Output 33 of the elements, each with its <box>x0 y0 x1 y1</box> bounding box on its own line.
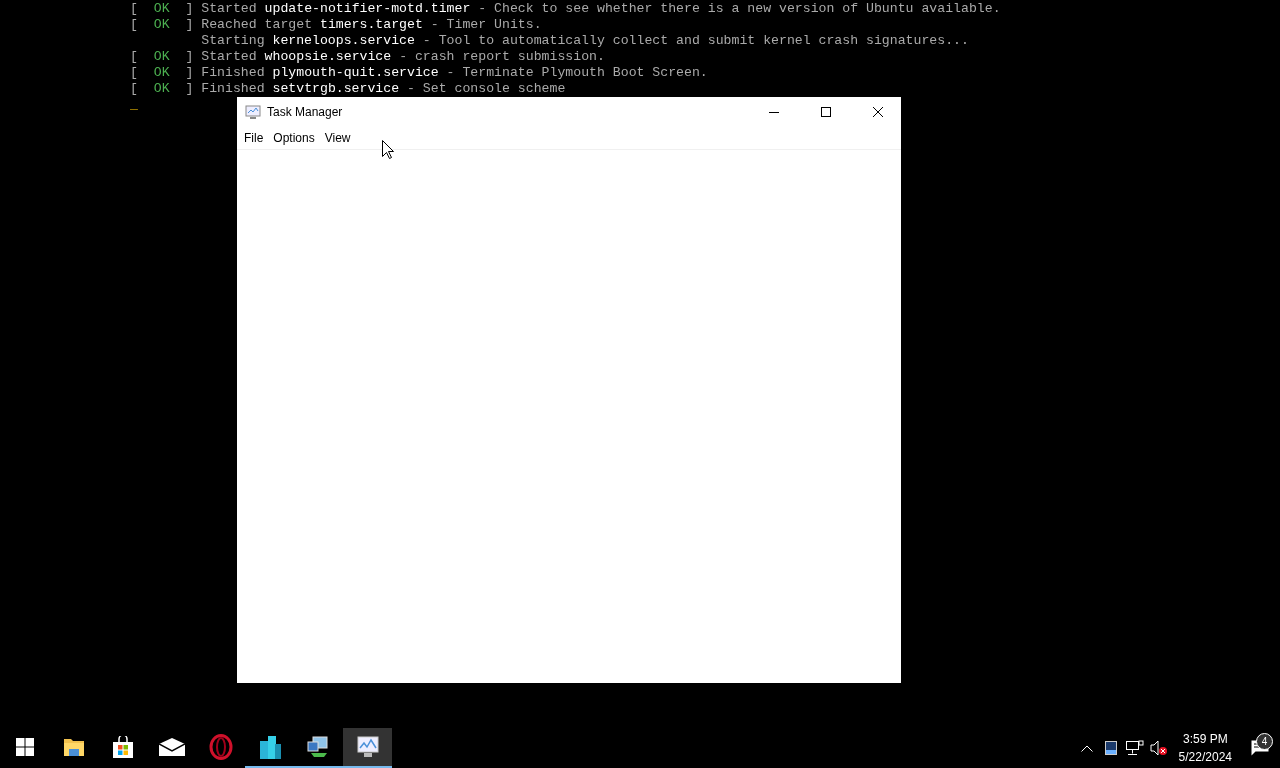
log-line: Started whoopsie.service - crash report submission. <box>201 49 605 65</box>
clock-date[interactable]: 5/22/2024 <box>1178 748 1232 766</box>
monitor-chart-icon <box>245 104 261 120</box>
folder-icon <box>62 737 85 757</box>
close-icon <box>873 107 883 117</box>
maximize-icon <box>821 107 831 117</box>
windows-logo-icon <box>15 738 34 756</box>
buildings-icon <box>257 735 282 759</box>
network-computer-icon <box>306 735 331 759</box>
clock-time[interactable]: 3:59 PM <box>1182 730 1228 748</box>
mouse-pointer-icon <box>382 140 394 159</box>
menu-item[interactable]: View <box>319 129 356 147</box>
monitor-chart-icon <box>354 735 381 759</box>
status-label: [ OK ] <box>130 1 195 17</box>
log-line: Started update-notifier-motd.timer - Check to see whether there is a new version of Ubuntu available. <box>201 1 1001 17</box>
log-line: Starting kerneloops.service - Tool to automatically collect and submit kernel crash signatures... <box>201 33 969 49</box>
shopping-bag-icon <box>111 736 134 758</box>
status-label: [ OK ] <box>130 65 195 81</box>
status-label: [ OK ] <box>130 81 195 97</box>
ring-icon <box>208 734 233 760</box>
log-line: Finished plymouth-quit.service - Terminate Plymouth Boot Screen. <box>201 65 708 81</box>
notification-count: 4 <box>1256 733 1273 750</box>
text-cursor: _ <box>130 97 138 113</box>
menu-item[interactable]: Options <box>268 129 320 147</box>
log-line: Reached target timers.target - Timer Units. <box>201 17 542 33</box>
status-label: [ OK ] <box>130 49 195 65</box>
notifications-button[interactable]: 4 <box>1240 728 1280 768</box>
menu-item[interactable]: File <box>239 129 269 147</box>
window-title: Task Manager <box>267 105 344 119</box>
taskbar-app[interactable] <box>343 728 392 768</box>
status-label: [ OK ] <box>130 17 195 33</box>
envelope-icon <box>158 738 185 756</box>
log-line: Finished setvtrgb.service - Set console scheme <box>201 81 566 97</box>
